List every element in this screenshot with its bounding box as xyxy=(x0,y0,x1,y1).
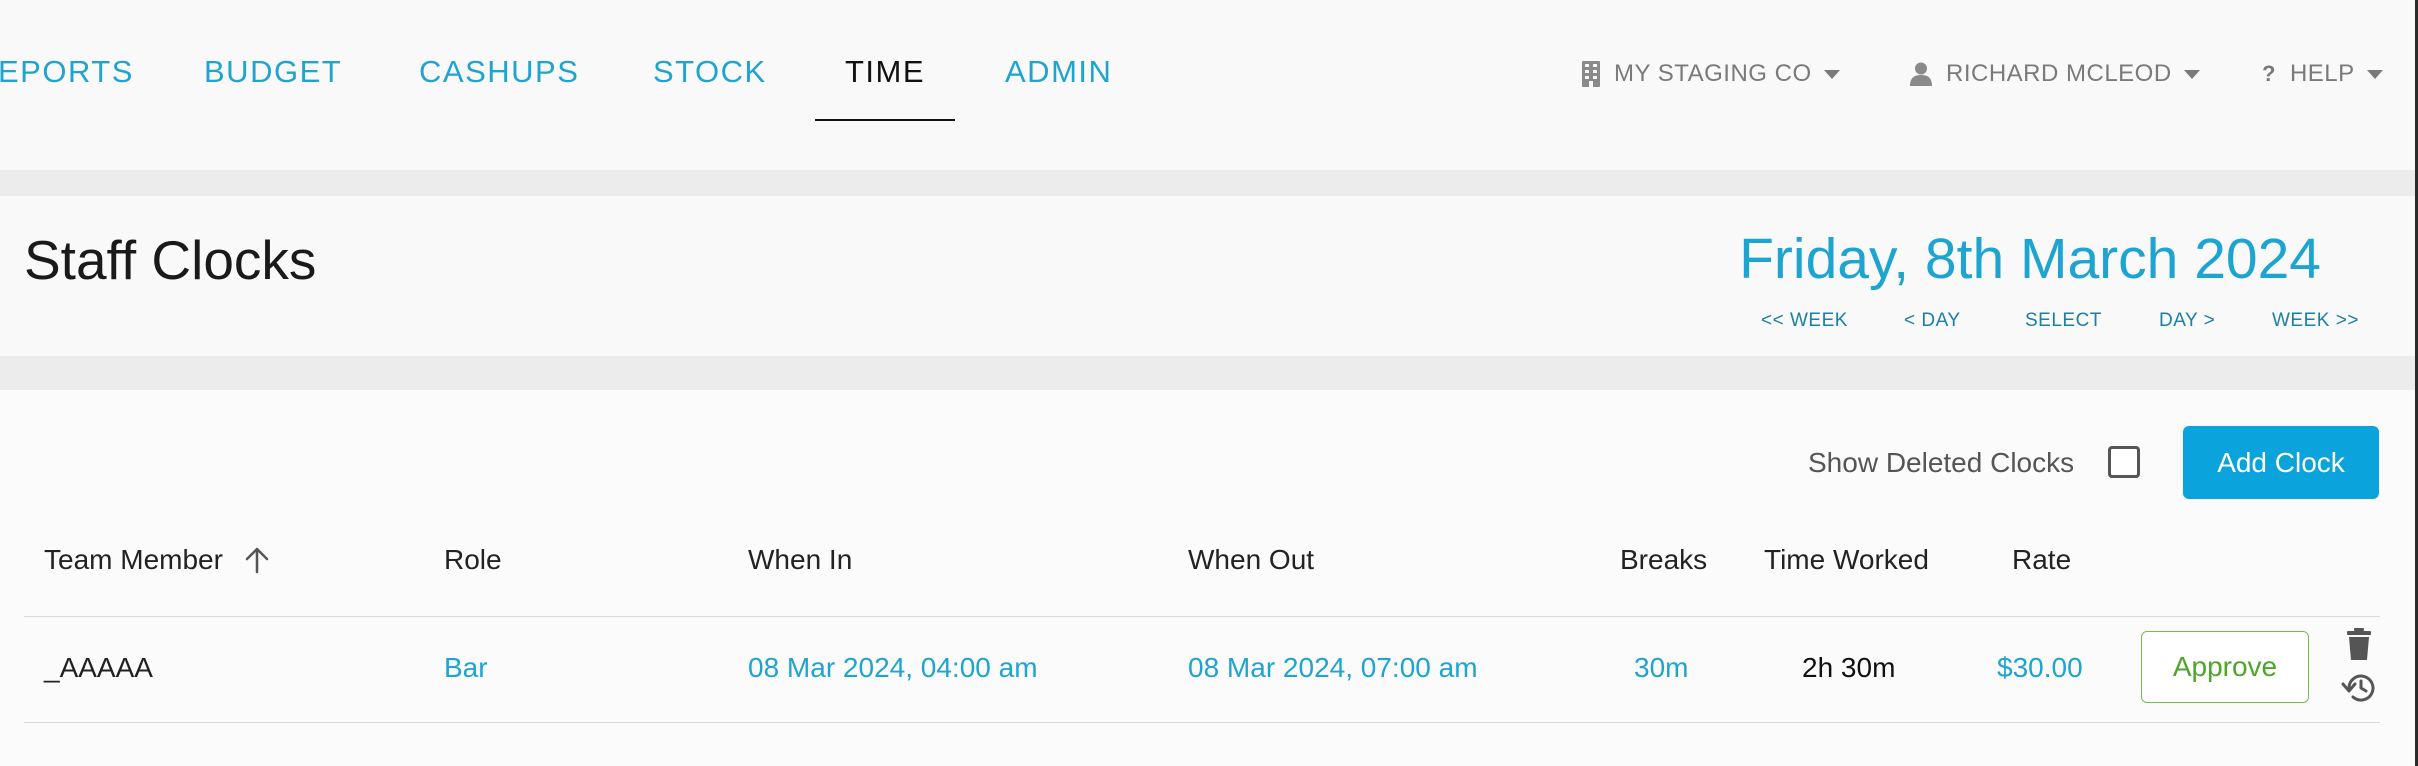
next-day-link[interactable]: DAY > xyxy=(2159,310,2215,332)
company-menu[interactable]: MY STAGING CO xyxy=(1582,60,1840,88)
cell-when-in[interactable]: 08 Mar 2024, 04:00 am xyxy=(748,652,1038,684)
current-date: Friday, 8th March 2024 xyxy=(1739,227,2321,291)
company-label: MY STAGING CO xyxy=(1614,60,1812,87)
cell-time-worked: 2h 30m xyxy=(1802,652,1896,683)
column-header-role: Role xyxy=(444,544,502,575)
question-icon: ? xyxy=(2262,61,2276,86)
table-row-divider xyxy=(24,722,2380,723)
select-date-link[interactable]: SELECT xyxy=(2025,310,2102,332)
show-deleted-checkbox[interactable] xyxy=(2108,446,2140,478)
top-navigation: EPORTS BUDGET CASHUPS STOCK TIME ADMIN M… xyxy=(0,0,2418,170)
prev-day-link[interactable]: < DAY xyxy=(1904,310,1961,332)
chevron-down-icon xyxy=(2183,69,2200,79)
cell-role[interactable]: Bar xyxy=(444,652,488,684)
prev-week-link[interactable]: << WEEK xyxy=(1761,310,1848,332)
table-header-divider xyxy=(24,616,2380,617)
column-header-when-in: When In xyxy=(748,544,853,575)
history-icon[interactable] xyxy=(2341,672,2377,709)
user-icon xyxy=(1910,62,1932,86)
cell-rate[interactable]: $30.00 xyxy=(1997,652,2083,684)
section-divider xyxy=(0,170,2418,196)
add-clock-button[interactable]: Add Clock xyxy=(2183,426,2379,499)
show-deleted-label: Show Deleted Clocks xyxy=(1808,447,2075,478)
cell-when-out[interactable]: 08 Mar 2024, 07:00 am xyxy=(1188,652,1478,684)
building-icon xyxy=(1582,61,1600,87)
chevron-down-icon xyxy=(2366,69,2383,79)
nav-item-time[interactable]: TIME xyxy=(845,54,925,90)
page-title: Staff Clocks xyxy=(24,229,317,291)
section-divider xyxy=(0,356,2418,390)
column-header-when-out: When Out xyxy=(1188,544,1315,575)
nav-item-cashups[interactable]: CASHUPS xyxy=(419,54,579,90)
user-menu[interactable]: RICHARD MCLEOD xyxy=(1910,60,2200,88)
approve-button[interactable]: Approve xyxy=(2141,631,2309,703)
user-label: RICHARD MCLEOD xyxy=(1946,60,2172,87)
nav-item-stock[interactable]: STOCK xyxy=(653,54,767,90)
column-header-time-worked: Time Worked xyxy=(1764,544,1929,575)
help-label: HELP xyxy=(2289,60,2355,87)
cell-team-member: _AAAAA xyxy=(44,652,153,683)
chevron-down-icon xyxy=(1823,69,1840,79)
active-tab-indicator xyxy=(815,119,955,121)
column-header-breaks: Breaks xyxy=(1620,544,1708,575)
trash-icon[interactable] xyxy=(2346,628,2372,665)
help-menu[interactable]: ? HELP xyxy=(2262,60,2383,88)
cell-breaks[interactable]: 30m xyxy=(1634,652,1688,684)
arrow-up-icon[interactable] xyxy=(244,546,270,579)
next-week-link[interactable]: WEEK >> xyxy=(2272,310,2359,332)
nav-item-admin[interactable]: ADMIN xyxy=(1005,54,1112,90)
column-header-team-member[interactable]: Team Member xyxy=(44,544,223,576)
column-header-rate: Rate xyxy=(2012,544,2072,575)
nav-item-reports[interactable]: EPORTS xyxy=(0,54,134,90)
nav-item-budget[interactable]: BUDGET xyxy=(204,54,342,90)
